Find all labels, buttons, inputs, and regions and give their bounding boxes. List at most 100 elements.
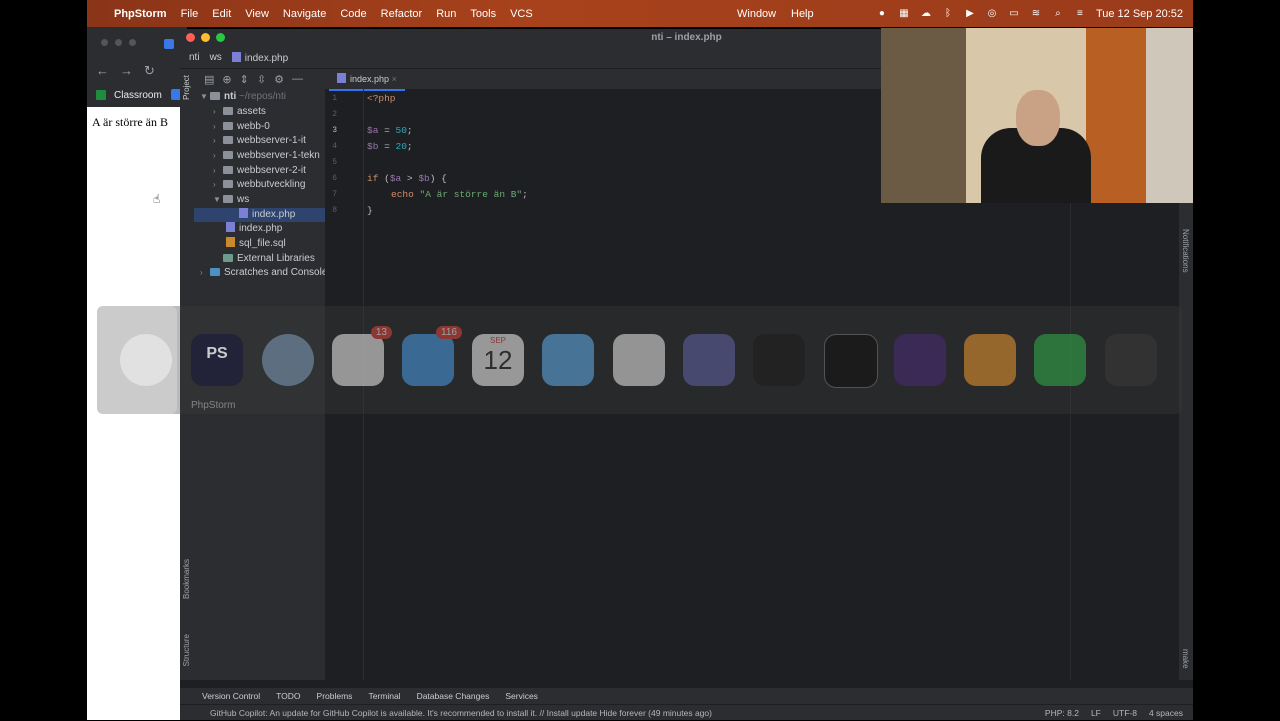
tree-item-label: Scratches and Console — [224, 267, 328, 278]
indent[interactable]: 4 spaces — [1149, 705, 1183, 721]
calendar-icon[interactable]: SEP 12 — [472, 334, 524, 386]
zoom-icon[interactable] — [216, 33, 225, 42]
app-menu[interactable]: PhpStorm — [114, 8, 167, 20]
menu-tools[interactable]: Tools — [470, 8, 496, 20]
tab-index-php[interactable]: index.php × — [329, 69, 405, 91]
bookmark-classroom[interactable]: Classroom — [114, 90, 162, 101]
screen-recorder-icon[interactable] — [894, 334, 946, 386]
project-tool-label[interactable]: Project — [182, 75, 191, 100]
mail-badge: 116 — [436, 326, 462, 339]
tool-database-changes[interactable]: Database Changes — [417, 691, 490, 701]
tool-problems[interactable]: Problems — [317, 691, 353, 701]
menu-view[interactable]: View — [245, 8, 269, 20]
teams-icon[interactable] — [683, 334, 735, 386]
cloud-icon[interactable]: ☁ — [920, 8, 932, 20]
wifi-icon[interactable]: ≋ — [1030, 8, 1042, 20]
close-icon[interactable] — [186, 33, 195, 42]
tree-item[interactable]: › webbutveckling — [213, 178, 305, 192]
code-token: ; — [522, 189, 528, 200]
menu-refactor[interactable]: Refactor — [381, 8, 423, 20]
status-message[interactable]: GitHub Copilot: An update for GitHub Cop… — [210, 708, 712, 718]
sublime-text-icon[interactable] — [1105, 334, 1157, 386]
menu-navigate[interactable]: Navigate — [283, 8, 326, 20]
monday-icon[interactable] — [613, 334, 665, 386]
line-separator[interactable]: LF — [1091, 705, 1101, 721]
record-icon[interactable]: ● — [876, 8, 888, 20]
close-tab-icon[interactable]: × — [392, 74, 397, 84]
tree-item[interactable]: › webbserver-2-it — [213, 164, 306, 178]
tree-item-selected[interactable]: index.php — [194, 208, 325, 222]
chrome-icon[interactable] — [120, 334, 172, 386]
figma-icon[interactable] — [753, 334, 805, 386]
tab-label: index.php — [350, 74, 390, 84]
tree-item[interactable]: › webbserver-1-tekn — [213, 149, 320, 163]
menu-bar: PhpStorm File Edit View Navigate Code Re… — [87, 0, 1193, 27]
phpstorm-icon[interactable]: PS — [191, 334, 243, 386]
pages-icon[interactable] — [964, 334, 1016, 386]
reload-icon[interactable]: ↻ — [144, 63, 155, 79]
php-version[interactable]: PHP: 8.2 — [1045, 705, 1079, 721]
control-center-icon[interactable]: ≡ — [1074, 8, 1086, 20]
project-view-icon[interactable]: ▤ — [204, 73, 214, 86]
calendar-day: 12 — [483, 345, 513, 375]
menu-window[interactable]: Window — [737, 8, 776, 20]
breadcrumb-folder[interactable]: ws — [210, 52, 222, 63]
encoding[interactable]: UTF-8 — [1113, 705, 1137, 721]
menu-vcs[interactable]: VCS — [510, 8, 533, 20]
breadcrumb-root[interactable]: nti — [189, 52, 200, 63]
webcam-person — [1016, 90, 1060, 146]
tree-item[interactable]: › assets — [213, 105, 266, 119]
locate-icon[interactable]: ⊕ — [222, 73, 231, 86]
back-icon[interactable]: ← — [96, 63, 109, 78]
line-number: 6 — [332, 174, 337, 183]
finder-icon[interactable] — [542, 334, 594, 386]
tree-item[interactable]: › webb-0 — [213, 120, 270, 134]
tree-item[interactable]: sql_file.sql — [226, 237, 286, 251]
app-switcher: PS 13 116 SEP 12 PhpStorm — [97, 306, 1182, 414]
preview-icon[interactable] — [262, 334, 314, 386]
search-icon[interactable]: ⌕ — [1052, 8, 1064, 20]
play-icon[interactable]: ▶ — [964, 8, 976, 20]
php-file-icon — [239, 208, 248, 218]
tree-item[interactable]: › webbserver-1-it — [213, 134, 306, 148]
make-tool-label[interactable]: make — [1181, 649, 1190, 669]
numbers-icon[interactable] — [1034, 334, 1086, 386]
tree-root[interactable]: ▼ nti ~/repos/nti — [200, 90, 286, 104]
terminal-icon[interactable] — [824, 334, 878, 388]
minimize-icon[interactable] — [201, 33, 210, 42]
gear-icon[interactable]: ⚙ — [274, 73, 284, 86]
menu-code[interactable]: Code — [340, 8, 366, 20]
hide-icon[interactable]: — — [292, 73, 303, 85]
tool-terminal[interactable]: Terminal — [368, 691, 400, 701]
menu-datetime[interactable]: Tue 12 Sep 20:52 — [1096, 8, 1183, 20]
menu-run[interactable]: Run — [436, 8, 456, 20]
menu-file[interactable]: File — [181, 8, 199, 20]
structure-tool-label[interactable]: Structure — [182, 634, 191, 666]
tree-item-label: webb-0 — [237, 121, 270, 132]
tree-item[interactable]: index.php — [226, 222, 282, 236]
tool-version-control[interactable]: Version Control — [202, 691, 260, 701]
tree-item-label: sql_file.sql — [239, 238, 286, 249]
tree-item[interactable]: › Scratches and Console — [200, 266, 327, 280]
collapse-icon[interactable]: ⇳ — [257, 73, 266, 86]
bookmarks-tool-label[interactable]: Bookmarks — [182, 559, 191, 599]
menu-edit[interactable]: Edit — [212, 8, 231, 20]
tool-todo[interactable]: TODO — [276, 691, 300, 701]
tree-item[interactable]: ▼ ws — [213, 193, 249, 207]
bluetooth-icon[interactable]: ᛒ — [942, 8, 954, 20]
battery-icon[interactable]: ▭ — [1008, 8, 1020, 20]
tool-services[interactable]: Services — [505, 691, 538, 701]
tree-item-label: webbserver-1-tekn — [237, 150, 320, 161]
expand-icon[interactable]: ⇕ — [240, 73, 249, 86]
grid-icon[interactable]: ▦ — [898, 8, 910, 20]
code-token: > — [401, 173, 419, 184]
airdrop-icon[interactable]: ◎ — [986, 8, 998, 20]
slack-icon[interactable]: 13 — [332, 326, 392, 386]
tree-item[interactable]: External Libraries — [213, 252, 315, 266]
menu-help[interactable]: Help — [791, 8, 814, 20]
mail-icon[interactable]: 116 — [402, 326, 462, 386]
notifications-tool-label[interactable]: Notifications — [1181, 229, 1190, 273]
forward-icon[interactable]: → — [120, 63, 133, 78]
tree-item-label: index.php — [252, 209, 296, 220]
breadcrumb-file[interactable]: index.php — [231, 51, 288, 64]
